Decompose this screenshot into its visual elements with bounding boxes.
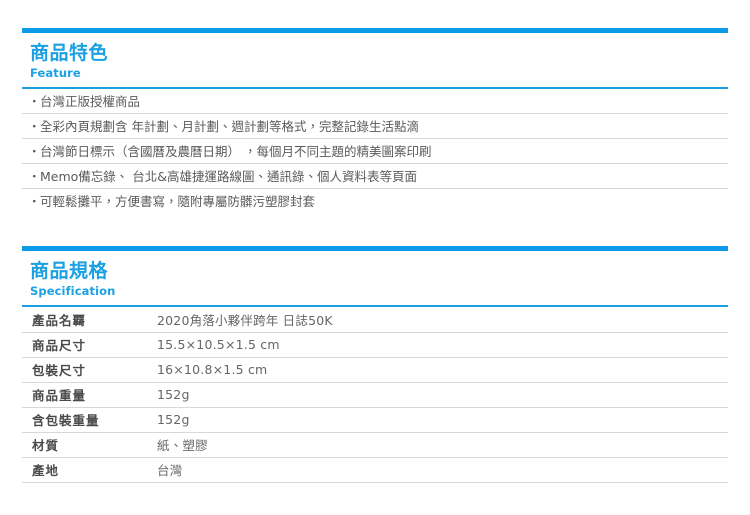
feature-text: 台灣節日標示（含國曆及農曆日期） ，每個月不同主題的精美圖案印刷: [40, 144, 432, 159]
feature-text: 台灣正版授權商品: [40, 94, 141, 109]
list-item: ・可輕鬆攤平，方便書寫，隨附專屬防髒污塑膠封套: [22, 189, 728, 214]
list-item: ・全彩內頁規劃含 年計劃、月計劃、週計劃等格式，完整記錄生活點滴: [22, 114, 728, 139]
table-row: 產品名覉 2020角落小夥伴跨年 日誌50K: [22, 307, 728, 333]
spec-value: 台灣: [152, 457, 728, 483]
feature-text: 可輕鬆攤平，方便書寫，隨附專屬防髒污塑膠封套: [40, 194, 316, 209]
bullet-icon: ・: [28, 94, 41, 109]
spec-label: 產品名覉: [22, 307, 152, 333]
feature-text: 全彩內頁規劃含 年計劃、月計劃、週計劃等格式，完整記錄生活點滴: [40, 119, 419, 134]
spec-title-chinese: 商品規格: [30, 260, 109, 282]
spec-value: 15.5×10.5×1.5 cm: [152, 332, 728, 358]
bullet-icon: ・: [28, 194, 41, 209]
list-item: ・Memo備忘錄、 台北&高雄捷運路線圖、通訊錄、個人資料表等頁面: [22, 164, 728, 189]
table-row: 包裝尺寸 16×10.8×1.5 cm: [22, 357, 728, 383]
spec-label: 含包裝重量: [22, 407, 152, 433]
spec-section-header: 商品規格 Specification: [22, 251, 728, 305]
feature-title-chinese: 商品特色: [30, 42, 109, 64]
spec-value: 152g: [152, 407, 728, 433]
product-detail-page: 商品特色 Feature ・台灣正版授權商品 ・全彩內頁規劃含 年計劃、月計劃、…: [0, 0, 750, 515]
spec-value: 紙、塑膠: [152, 432, 728, 458]
spec-label: 材質: [22, 432, 152, 458]
feature-section-header: 商品特色 Feature: [22, 33, 728, 87]
spec-value: 16×10.8×1.5 cm: [152, 357, 728, 383]
spec-label: 產地: [22, 457, 152, 483]
spec-title-english: Specification: [30, 284, 116, 298]
list-item: ・台灣節日標示（含國曆及農曆日期） ，每個月不同主題的精美圖案印刷: [22, 139, 728, 164]
bullet-icon: ・: [28, 169, 41, 184]
feature-text: Memo備忘錄、 台北&高雄捷運路線圖、通訊錄、個人資料表等頁面: [40, 169, 418, 184]
list-item: ・台灣正版授權商品: [22, 89, 728, 114]
bullet-icon: ・: [28, 144, 41, 159]
table-row: 產地 台灣: [22, 457, 728, 483]
spec-label: 商品重量: [22, 382, 152, 408]
specification-table: 產品名覉 2020角落小夥伴跨年 日誌50K 商品尺寸 15.5×10.5×1.…: [22, 307, 728, 483]
table-row: 商品尺寸 15.5×10.5×1.5 cm: [22, 332, 728, 358]
table-row: 商品重量 152g: [22, 382, 728, 408]
spec-value: 2020角落小夥伴跨年 日誌50K: [152, 307, 728, 333]
table-row: 含包裝重量 152g: [22, 407, 728, 433]
spec-value: 152g: [152, 382, 728, 408]
feature-title-english: Feature: [30, 66, 81, 80]
table-row: 材質 紙、塑膠: [22, 432, 728, 458]
top-spacer: [0, 0, 750, 28]
bullet-icon: ・: [28, 119, 41, 134]
spec-label: 商品尺寸: [22, 332, 152, 358]
spec-label: 包裝尺寸: [22, 357, 152, 383]
feature-list: ・台灣正版授權商品 ・全彩內頁規劃含 年計劃、月計劃、週計劃等格式，完整記錄生活…: [22, 89, 728, 214]
